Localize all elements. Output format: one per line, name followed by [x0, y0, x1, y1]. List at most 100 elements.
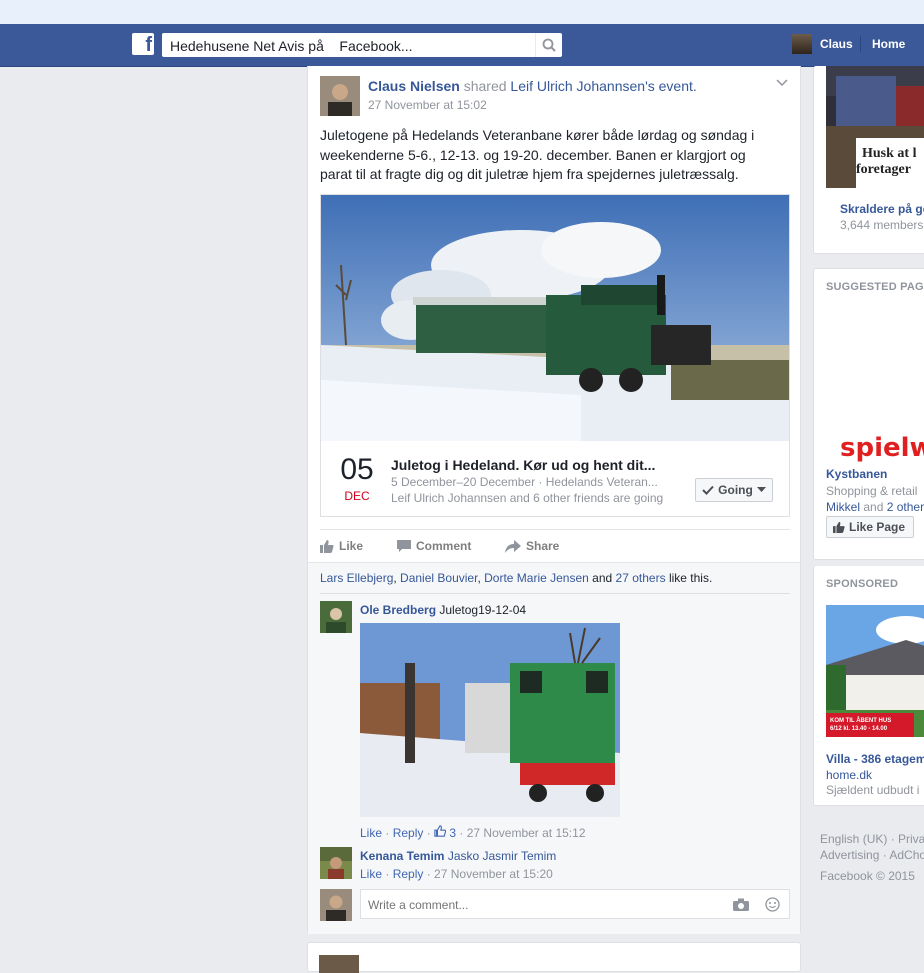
comment-label: Comment — [416, 539, 472, 553]
footer-copyright: Facebook © 2015 — [820, 869, 915, 883]
search-button[interactable] — [535, 33, 562, 57]
post-options-button[interactable] — [776, 76, 788, 90]
liker-link[interactable]: Dorte Marie Jensen — [484, 571, 589, 585]
friends-and: and — [863, 500, 884, 514]
footer-links[interactable]: English (UK) · Priva — [820, 832, 924, 846]
author-avatar[interactable] — [320, 76, 360, 116]
news-feed-post: Claus Nielsen shared Leif Ulrich Johanns… — [307, 66, 801, 934]
comment-input[interactable] — [366, 891, 710, 919]
ad-image-text: foretager — [856, 162, 911, 177]
ad-image[interactable]: KOM TIL ÅBENT HUS 6/12 kl. 13.40 - 14.00 — [826, 605, 924, 737]
footer-links[interactable]: Advertising · AdCho — [820, 848, 924, 862]
like-button[interactable]: Like — [320, 539, 363, 553]
search-box — [162, 33, 562, 58]
comment-box — [360, 889, 790, 919]
comment-time[interactable]: 27 November at 15:20 — [434, 867, 553, 881]
comment-photo[interactable] — [360, 623, 620, 817]
event-title[interactable]: Juletog i Hedeland. Kør ud og hent dit..… — [391, 457, 691, 473]
share-button[interactable]: Share — [505, 539, 559, 553]
facebook-logo-icon[interactable]: f — [132, 33, 154, 56]
emoji-icon[interactable] — [765, 897, 780, 912]
profile-name: Claus — [820, 37, 853, 51]
thumbs-up-icon — [320, 540, 334, 553]
divider — [320, 593, 790, 594]
event-cover-photo[interactable] — [321, 195, 789, 441]
comment: Kenana Temim Jasko Jasmir Temim — [360, 849, 556, 863]
like-page-button[interactable]: Like Page — [826, 516, 914, 538]
comment: Ole Bredberg Juletog19-12-04 — [360, 603, 526, 617]
friend-link[interactable]: Mikkel — [826, 500, 860, 514]
share-icon — [505, 539, 521, 553]
group-name[interactable]: Skraldere på go — [840, 202, 924, 216]
comment-meta: Like · Reply · 27 November at 15:20 — [360, 867, 553, 881]
comment-like-count[interactable]: 3 — [449, 826, 456, 840]
home-link[interactable]: Home — [872, 37, 905, 51]
profile-link[interactable]: Claus — [792, 34, 853, 54]
search-input[interactable] — [168, 34, 532, 58]
group-cover-photo[interactable]: Husk at l foretager — [826, 66, 924, 188]
ad-description: Sjældent udbudt i — [826, 783, 920, 797]
event-day: 05 — [340, 453, 374, 486]
event-attachment[interactable]: 05 DEC Juletog i Hedeland. Kør ud og hen… — [320, 194, 790, 517]
event-details: 5 December–20 December · Hedelands Veter… — [391, 475, 658, 489]
like-page-label: Like Page — [849, 520, 906, 534]
comment-meta: Like · Reply · 3 · 27 November at 15:12 — [360, 825, 586, 840]
page-name[interactable]: Kystbanen — [826, 467, 887, 481]
shared-text: shared — [463, 78, 507, 94]
tagged-name-link[interactable]: Jasko Jasmir Temim — [448, 849, 556, 863]
chevron-down-icon — [776, 79, 788, 87]
author-name[interactable]: Claus Nielsen — [368, 78, 460, 94]
nav-divider — [860, 36, 861, 52]
comment-icon — [397, 539, 411, 552]
comment-time[interactable]: 27 November at 15:12 — [467, 826, 586, 840]
search-icon — [542, 38, 556, 52]
my-avatar — [320, 889, 352, 921]
liker-link[interactable]: Lars Ellebjerg — [320, 571, 393, 585]
camera-icon[interactable] — [733, 898, 749, 911]
comment-like-link[interactable]: Like — [360, 826, 382, 840]
page-logo[interactable]: spielwa — [840, 433, 924, 463]
post-actions-bar: Like Comment Share — [320, 529, 790, 562]
likes-suffix: like this. — [668, 571, 713, 585]
page-category: Shopping & retail — [826, 484, 918, 498]
event-month: DEC — [344, 489, 370, 503]
group-members: 3,644 members — [840, 218, 924, 232]
comments-section: Lars Ellebjerg, Daniel Bouvier, Dorte Ma… — [308, 562, 800, 934]
post-text: Juletogene på Hedelands Veteranbane køre… — [320, 127, 755, 182]
suggested-pages-card: SUGGESTED PAGES spielwa Kystbanen Shoppi… — [813, 268, 924, 560]
ad-domain[interactable]: home.dk — [826, 768, 872, 782]
post-header: Claus Nielsen shared Leif Ulrich Johanns… — [368, 78, 697, 94]
thumbs-up-icon — [434, 825, 447, 837]
commenter-avatar[interactable] — [320, 847, 352, 879]
commenter-name[interactable]: Ole Bredberg — [360, 603, 436, 617]
friend-others-link[interactable]: 2 other — [887, 500, 924, 514]
comment-reply-link[interactable]: Reply — [393, 867, 424, 881]
caret-down-icon — [756, 487, 766, 492]
sponsored-card: SPONSORED KOM TIL ÅBENT HUS 6/12 kl. 13.… — [813, 566, 924, 806]
sponsored-header: SPONSORED — [826, 578, 899, 590]
comment-text: Juletog19-12-04 — [439, 603, 527, 617]
liker-link[interactable]: Daniel Bouvier — [400, 571, 477, 585]
event-link[interactable]: 's event. — [645, 78, 697, 94]
commenter-name[interactable]: Kenana Temim — [360, 849, 444, 863]
browser-top-strip — [0, 0, 924, 24]
like-label: Like — [339, 539, 364, 553]
ad-banner-text: 6/12 kl. 13.40 - 14.00 — [830, 726, 888, 732]
likes-summary: Lars Ellebjerg, Daniel Bouvier, Dorte Ma… — [320, 571, 713, 585]
comment-like-link[interactable]: Like — [360, 867, 382, 881]
others-link[interactable]: 27 others — [616, 571, 666, 585]
comment-reply-link[interactable]: Reply — [393, 826, 424, 840]
commenter-avatar[interactable] — [320, 601, 352, 633]
group-suggestion-card: Husk at l foretager Skraldere på go 3,64… — [813, 66, 924, 254]
event-owner-link[interactable]: Leif Ulrich Johannsen — [510, 78, 645, 94]
checkmark-icon — [702, 485, 714, 495]
page-friends: Mikkel and 2 other — [826, 500, 924, 514]
share-label: Share — [526, 539, 560, 553]
event-friends-going[interactable]: Leif Ulrich Johannsen and 6 other friend… — [391, 491, 691, 505]
going-button[interactable]: Going — [695, 478, 773, 502]
thumbs-up-icon — [833, 521, 845, 533]
post-timestamp[interactable]: 27 November at 15:02 — [368, 98, 487, 112]
ad-title[interactable]: Villa - 386 etagem — [826, 752, 924, 766]
likes-and: and — [592, 571, 613, 585]
comment-button[interactable]: Comment — [397, 539, 471, 553]
